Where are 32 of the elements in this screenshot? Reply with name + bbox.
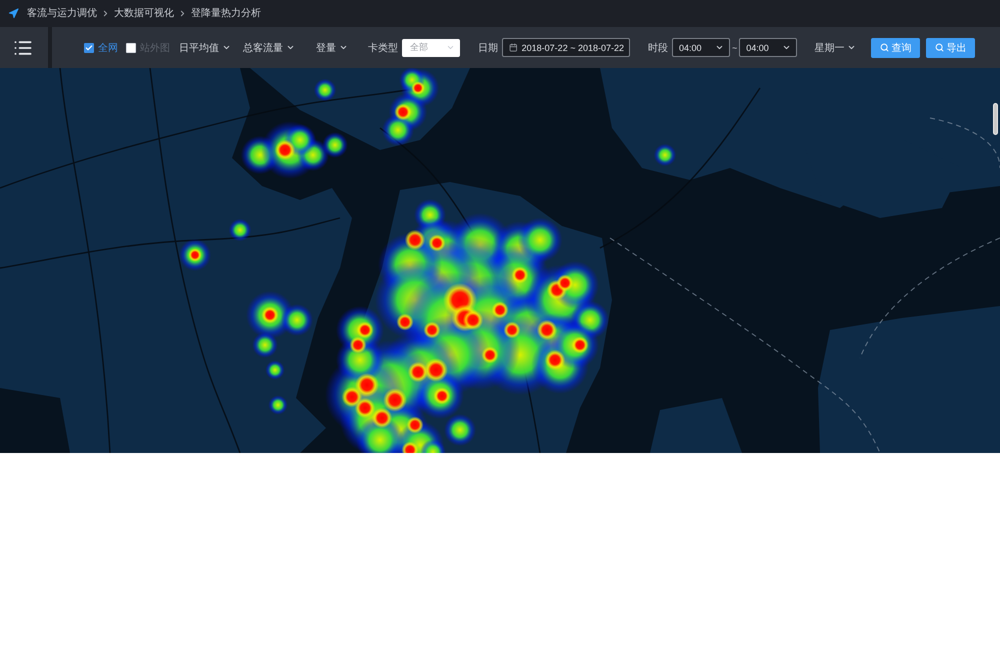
navigation-arrow-icon (8, 8, 19, 19)
range-separator: ~ (732, 42, 738, 52)
date-range-field[interactable]: 2018-07-22 ~ 2018-07-22 (502, 38, 630, 57)
checkbox-label[interactable]: 全网 (98, 40, 118, 54)
chevron-icon (101, 9, 110, 18)
breadcrumb-link[interactable]: 大数据可视化 (114, 8, 174, 20)
caret-icon (286, 43, 295, 52)
time-select-field[interactable]: 04:00 (672, 38, 730, 57)
checkbox[interactable] (84, 42, 94, 52)
caret-icon (222, 43, 231, 52)
dropdown-button[interactable]: 登量 (316, 40, 348, 54)
breadcrumb-link[interactable]: 客流与运力调优 (27, 8, 97, 20)
calendar-icon (509, 43, 518, 52)
dropdown-button[interactable]: 日平均值 (179, 40, 231, 54)
scrollbar-thumb[interactable] (993, 103, 998, 135)
search-icon (935, 43, 944, 52)
breadcrumb-link[interactable]: 登降量热力分析 (191, 8, 261, 20)
caret-icon (715, 43, 724, 52)
search-icon (880, 43, 890, 52)
caret-icon (339, 43, 348, 52)
time-select-field[interactable]: 04:00 (739, 38, 798, 57)
dropdown-button[interactable]: 星期一 (814, 40, 856, 54)
menu-button[interactable] (12, 38, 34, 56)
field-label: 日期 (478, 42, 498, 54)
caret-icon (847, 43, 856, 52)
caret-icon (446, 43, 455, 52)
caret-icon (782, 43, 792, 52)
field-label: 卡类型 (368, 42, 398, 54)
chevron-icon (178, 9, 187, 18)
check-icon (85, 44, 93, 52)
dropdown-button[interactable]: 总客流量 (243, 40, 295, 54)
field-label: 时段 (648, 42, 668, 54)
